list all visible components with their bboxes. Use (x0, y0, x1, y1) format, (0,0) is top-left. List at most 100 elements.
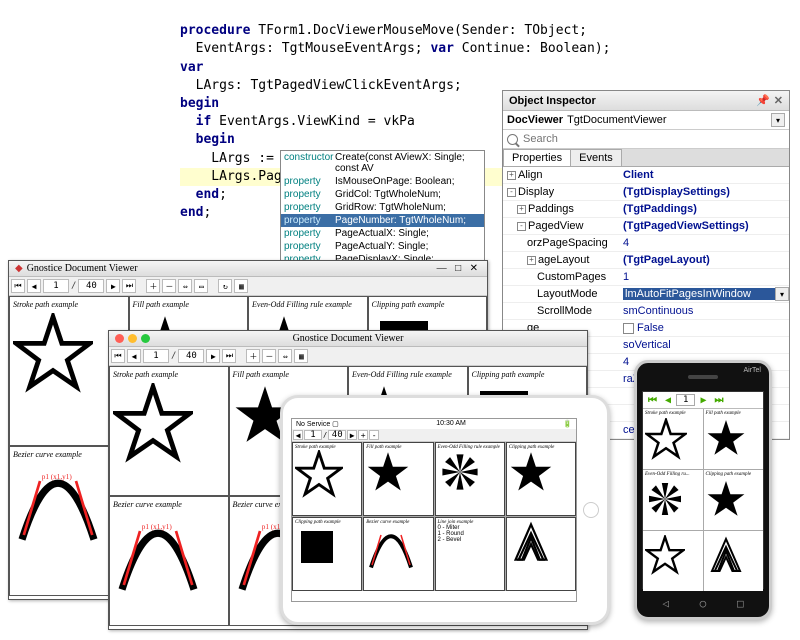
zoom-in-button[interactable]: + (358, 430, 368, 440)
last-page-button[interactable]: ⏭ (711, 395, 726, 406)
fit-width-button[interactable]: ⇔ (178, 279, 192, 293)
property-row[interactable]: CustomPages1 (503, 269, 789, 286)
next-button[interactable]: ▶ (347, 430, 357, 440)
doc-grid: Stroke path exampleFill path exampleEven… (643, 409, 763, 591)
component-selector[interactable]: DocViewer TgtDocumentViewer ▾ (503, 111, 789, 130)
autocomplete-item[interactable]: constructorCreate(const AViewX: Single; … (281, 151, 484, 175)
last-page-button[interactable]: ⏭ (122, 279, 136, 293)
page-input[interactable]: 1 (143, 349, 169, 363)
doc-cell: Fill path example (704, 409, 764, 469)
prev-page-button[interactable]: ◀ (662, 395, 674, 406)
autocomplete-item[interactable]: propertyGridRow: TgtWholeNum; (281, 201, 484, 214)
doc-cell: Clipping path example (292, 517, 362, 591)
home-icon[interactable]: ○ (700, 597, 707, 610)
autocomplete-item[interactable]: propertyPageNumber: TgtWholeNum; (281, 214, 484, 227)
autocomplete-item[interactable]: propertyIsMouseOnPage: Boolean; (281, 175, 484, 188)
prev-page-button[interactable]: ◀ (27, 279, 41, 293)
keyword: if (196, 114, 212, 129)
next-page-button[interactable]: ▶ (206, 349, 220, 363)
property-row[interactable]: +ageLayout(TgtPageLayout) (503, 252, 789, 269)
first-page-button[interactable]: ⏮ (645, 395, 660, 406)
doc-cell: Stroke path example (292, 442, 362, 516)
fit-page-button[interactable]: ▭ (194, 279, 208, 293)
inspector-tabs: Properties Events (503, 149, 789, 167)
app-icon: ◆ (15, 263, 23, 274)
doc-cell: Stroke path example (643, 409, 703, 469)
min-traffic-icon[interactable] (128, 334, 137, 343)
zoom-out-button[interactable]: － (162, 279, 176, 293)
prev-button[interactable]: ◀ (293, 430, 303, 440)
property-row[interactable]: -PagedView(TgtPagedViewSettings) (503, 218, 789, 235)
page-input[interactable]: 1 (43, 279, 69, 293)
close-icon[interactable]: ✕ (774, 94, 783, 107)
zoom-in-button[interactable]: ＋ (246, 349, 260, 363)
home-button[interactable] (583, 502, 599, 518)
keyword: end (180, 205, 203, 220)
battery-icon: 🔋 (563, 420, 572, 428)
total-pages: 40 (178, 349, 204, 363)
toolbar: ⏮ ◀ 1 / 40 ▶ ⏭ ＋ － ⇔ ▦ (109, 347, 587, 366)
zoom-out-button[interactable]: － (262, 349, 276, 363)
layout-button[interactable]: ▦ (234, 279, 248, 293)
inspector-title: Object Inspector (509, 95, 596, 107)
tab-properties[interactable]: Properties (503, 149, 571, 166)
doc-cell: Bezier curve examplep1 (x1,y1) (109, 496, 229, 626)
code-text: EventArgs: TgtMouseEventArgs; (180, 41, 430, 56)
doc-cell: Even-Odd Filling rule example (435, 442, 505, 516)
property-row[interactable]: ScrollModesmContinuous (503, 303, 789, 320)
autocomplete-item[interactable]: propertyPageActualY: Single; (281, 240, 484, 253)
page-input[interactable]: 1 (676, 394, 695, 406)
first-page-button[interactable]: ⏮ (11, 279, 25, 293)
phone-screen: ⏮ ◀ 1 ▶ ⏭ Stroke path exampleFill path e… (642, 391, 764, 589)
rotate-button[interactable]: ↻ (218, 279, 232, 293)
window-buttons[interactable]: — □ ✕ (437, 263, 481, 274)
pin-icon[interactable]: 📌 (756, 94, 770, 107)
autocomplete-item[interactable]: propertyPageActualX: Single; (281, 227, 484, 240)
back-icon[interactable]: ◁ (662, 597, 669, 610)
first-page-button[interactable]: ⏮ (111, 349, 125, 363)
window-title-bar[interactable]: Gnostice Document Viewer (109, 331, 587, 347)
code-text: EventArgs.ViewKind = vkPa (211, 114, 415, 129)
code-text: Continue: Boolean); (454, 41, 611, 56)
code-text: TForm1.DocViewerMouseMove(Sender: TObjec… (250, 23, 587, 38)
total-pages: 40 (78, 279, 104, 293)
keyword: procedure (180, 23, 250, 38)
close-traffic-icon[interactable] (115, 334, 124, 343)
property-row[interactable]: +AlignClient (503, 167, 789, 184)
property-row[interactable]: -Display(TgtDisplaySettings) (503, 184, 789, 201)
clock: 10:30 AM (436, 420, 466, 428)
tablet-device: No Service ▢ 10:30 AM 🔋 ◀ 1 / 40 ▶ + - S… (280, 395, 610, 625)
code-text: ; (219, 187, 227, 202)
inspector-title-bar[interactable]: Object Inspector 📌 ✕ (503, 91, 789, 111)
doc-cell: Line join example0 - Miter1 - Round2 - B… (435, 517, 505, 591)
max-traffic-icon[interactable] (141, 334, 150, 343)
fit-button[interactable]: ⇔ (278, 349, 292, 363)
keyword: begin (180, 96, 219, 111)
property-row[interactable]: LayoutModelmAutoFitPagesInWindow▾ (503, 286, 789, 303)
code-text: LArgs: TgtPagedViewClickEventArgs; (180, 78, 462, 93)
doc-cell (704, 531, 764, 591)
zoom-out-button[interactable]: - (369, 430, 379, 440)
next-page-button[interactable]: ▶ (697, 395, 709, 406)
last-page-button[interactable]: ⏭ (222, 349, 236, 363)
speaker (688, 375, 718, 379)
recent-icon[interactable]: □ (737, 597, 744, 610)
tablet-screen: No Service ▢ 10:30 AM 🔋 ◀ 1 / 40 ▶ + - S… (291, 418, 577, 602)
search-input[interactable] (521, 132, 785, 146)
tab-events[interactable]: Events (570, 149, 622, 166)
prev-page-button[interactable]: ◀ (127, 349, 141, 363)
dropdown-icon[interactable]: ▾ (771, 113, 785, 127)
phone-device: AirTel ⏮ ◀ 1 ▶ ⏭ Stroke path exampleFill… (634, 360, 772, 620)
doc-cell (506, 517, 576, 591)
window-title-bar[interactable]: ◆ Gnostice Document Viewer — □ ✕ (9, 261, 487, 277)
property-row[interactable]: +Paddings(TgtPaddings) (503, 201, 789, 218)
layout-button[interactable]: ▦ (294, 349, 308, 363)
page-input[interactable]: 1 (304, 430, 322, 440)
zoom-in-button[interactable]: ＋ (146, 279, 160, 293)
code-text (180, 187, 196, 202)
autocomplete-item[interactable]: propertyGridCol: TgtWholeNum; (281, 188, 484, 201)
search-row (503, 130, 789, 149)
property-row[interactable]: orzPageSpacing4 (503, 235, 789, 252)
window-title: Gnostice Document Viewer (27, 263, 138, 274)
next-page-button[interactable]: ▶ (106, 279, 120, 293)
